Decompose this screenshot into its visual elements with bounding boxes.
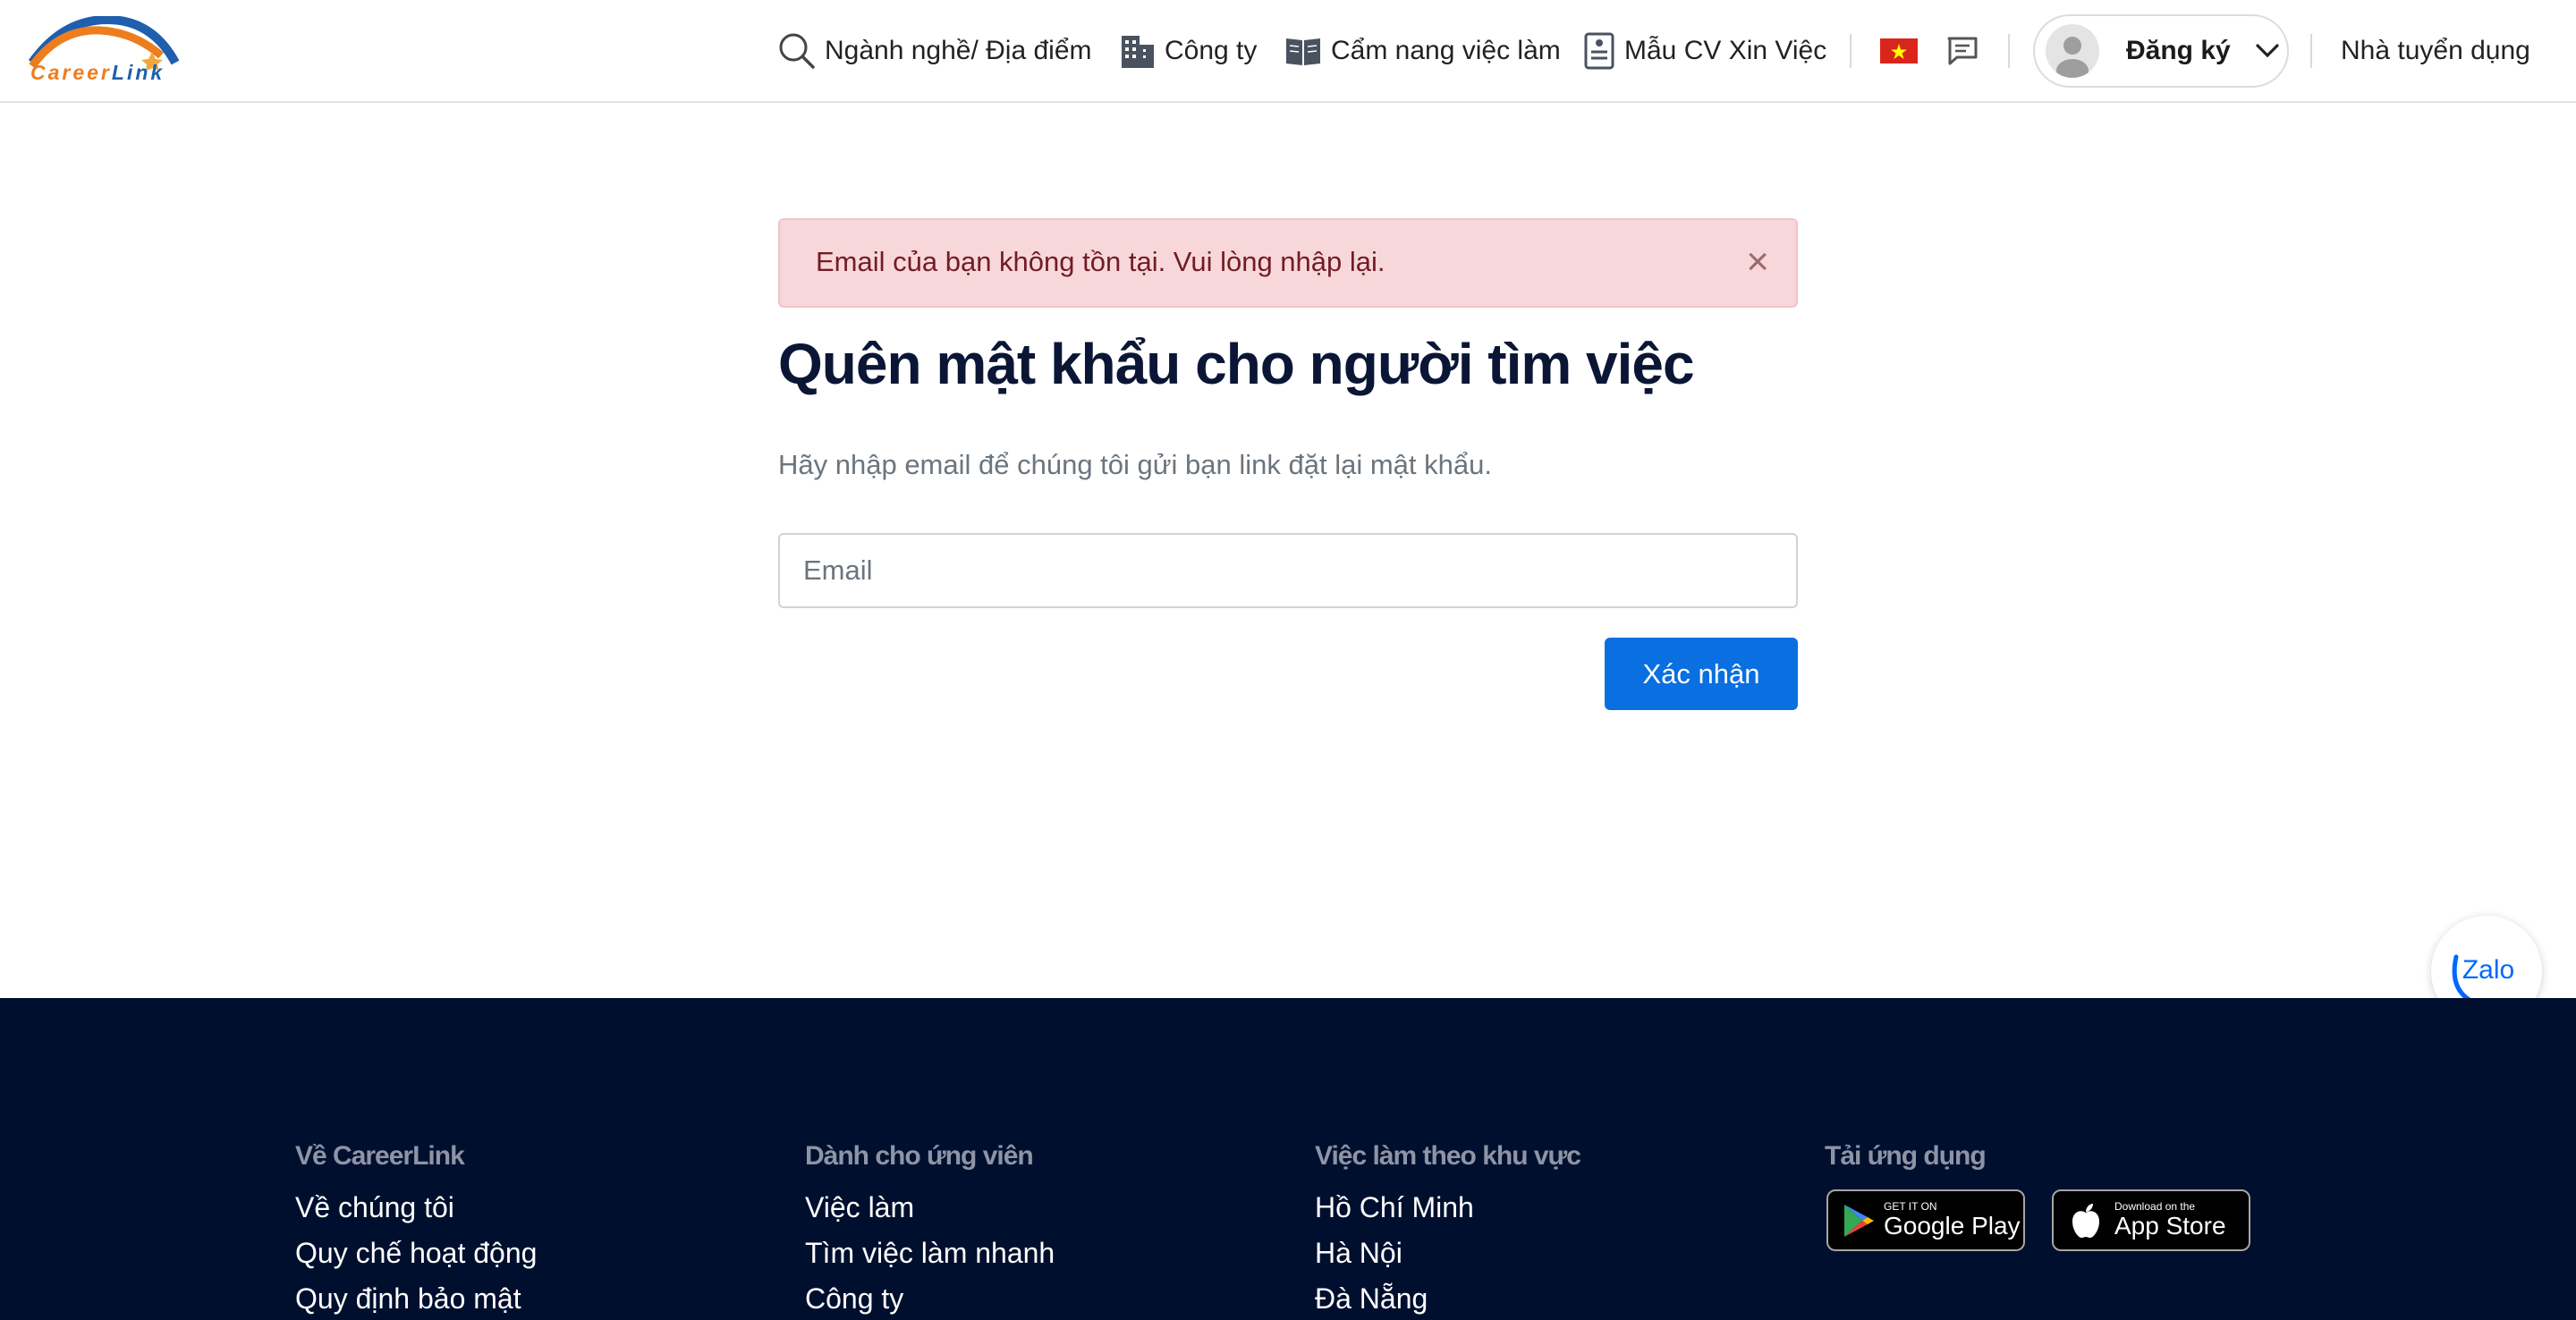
careerlink-logo[interactable]: CareerLink bbox=[27, 14, 183, 89]
footer-link[interactable]: Quy định bảo mật bbox=[295, 1282, 537, 1320]
footer-about-column: Về CareerLink Về chúng tôi Quy chế hoạt … bbox=[295, 1141, 537, 1320]
site-header: CareerLink Ngành nghề/ Địa điểm Công ty bbox=[0, 0, 2576, 103]
footer-link[interactable]: Công ty bbox=[805, 1282, 1055, 1320]
zalo-label: Zalo bbox=[2462, 955, 2514, 985]
nav-industry-location-label: Ngành nghề/ Địa điểm bbox=[825, 35, 1092, 65]
nav-cv-template-label: Mẫu CV Xin Việc bbox=[1624, 35, 1827, 65]
google-play-big-text: Google Play bbox=[1884, 1212, 2021, 1240]
footer-heading: Tải ứng dụng bbox=[1825, 1141, 1987, 1171]
footer-link[interactable]: Đà Nẵng bbox=[1315, 1282, 1580, 1320]
book-icon bbox=[1286, 38, 1320, 65]
footer-candidates-column: Dành cho ứng viên Việc làm Tìm việc làm … bbox=[805, 1141, 1055, 1320]
nav-divider bbox=[2008, 33, 2010, 68]
nav-handbook-label: Cẩm nang việc làm bbox=[1331, 35, 1561, 65]
email-input[interactable] bbox=[778, 533, 1798, 608]
nav-handbook[interactable]: Cẩm nang việc làm bbox=[1284, 35, 1561, 67]
alert-close-icon[interactable]: × bbox=[1746, 240, 1769, 284]
search-icon bbox=[779, 33, 815, 69]
signup-label: Đăng ký bbox=[2126, 36, 2231, 65]
submit-button[interactable]: Xác nhận bbox=[1605, 638, 1798, 710]
logo-text-link: Link bbox=[111, 61, 165, 84]
page-title: Quên mật khẩu cho người tìm việc bbox=[778, 332, 1695, 396]
nav-company[interactable]: Công ty bbox=[1120, 32, 1257, 70]
avatar-icon bbox=[2046, 24, 2099, 78]
error-alert: Email của bạn không tồn tại. Vui lòng nh… bbox=[778, 218, 1798, 308]
chevron-down-icon bbox=[2256, 44, 2279, 58]
app-store-button[interactable]: Download on the App Store bbox=[2052, 1189, 2250, 1251]
google-play-icon bbox=[1844, 1204, 1874, 1237]
building-icon bbox=[1122, 35, 1154, 68]
document-icon bbox=[1584, 32, 1614, 69]
nav-company-label: Công ty bbox=[1165, 35, 1258, 65]
employer-link[interactable]: Nhà tuyển dụng bbox=[2341, 36, 2530, 66]
footer-regions-column: Việc làm theo khu vực Hồ Chí Minh Hà Nội… bbox=[1315, 1141, 1581, 1320]
footer-heading: Dành cho ứng viên bbox=[805, 1141, 1034, 1171]
footer-heading: Về CareerLink bbox=[295, 1141, 465, 1171]
nav-industry-location[interactable]: Ngành nghề/ Địa điểm bbox=[778, 32, 1092, 70]
signup-dropdown-button[interactable]: Đăng ký bbox=[2033, 14, 2289, 88]
app-store-big-text: App Store bbox=[2114, 1212, 2226, 1240]
google-play-button[interactable]: GET IT ON Google Play bbox=[1826, 1189, 2025, 1251]
footer-link[interactable]: Về chúng tôi bbox=[295, 1191, 537, 1237]
footer-link[interactable]: Hồ Chí Minh bbox=[1315, 1191, 1580, 1237]
footer-apps-column: Tải ứng dụng bbox=[1825, 1141, 1987, 1191]
language-flag-icon[interactable] bbox=[1880, 38, 1918, 63]
footer-link[interactable]: Tìm việc làm nhanh bbox=[805, 1237, 1055, 1282]
nav-divider bbox=[2310, 33, 2312, 68]
chat-icon[interactable] bbox=[1946, 36, 1979, 66]
footer-link[interactable]: Hà Nội bbox=[1315, 1237, 1580, 1282]
nav-divider bbox=[1850, 33, 1852, 68]
footer-heading: Việc làm theo khu vực bbox=[1315, 1141, 1581, 1171]
footer-link[interactable]: Việc làm bbox=[805, 1191, 1055, 1237]
alert-message: Email của bạn không tồn tại. Vui lòng nh… bbox=[816, 246, 1385, 277]
nav-cv-template[interactable]: Mẫu CV Xin Việc bbox=[1583, 32, 1826, 70]
logo-text-career: Career bbox=[30, 61, 112, 84]
apple-icon bbox=[2072, 1203, 2099, 1238]
footer-link[interactable]: Quy chế hoạt động bbox=[295, 1237, 537, 1282]
page-description: Hãy nhập email để chúng tôi gửi bạn link… bbox=[778, 449, 1492, 480]
